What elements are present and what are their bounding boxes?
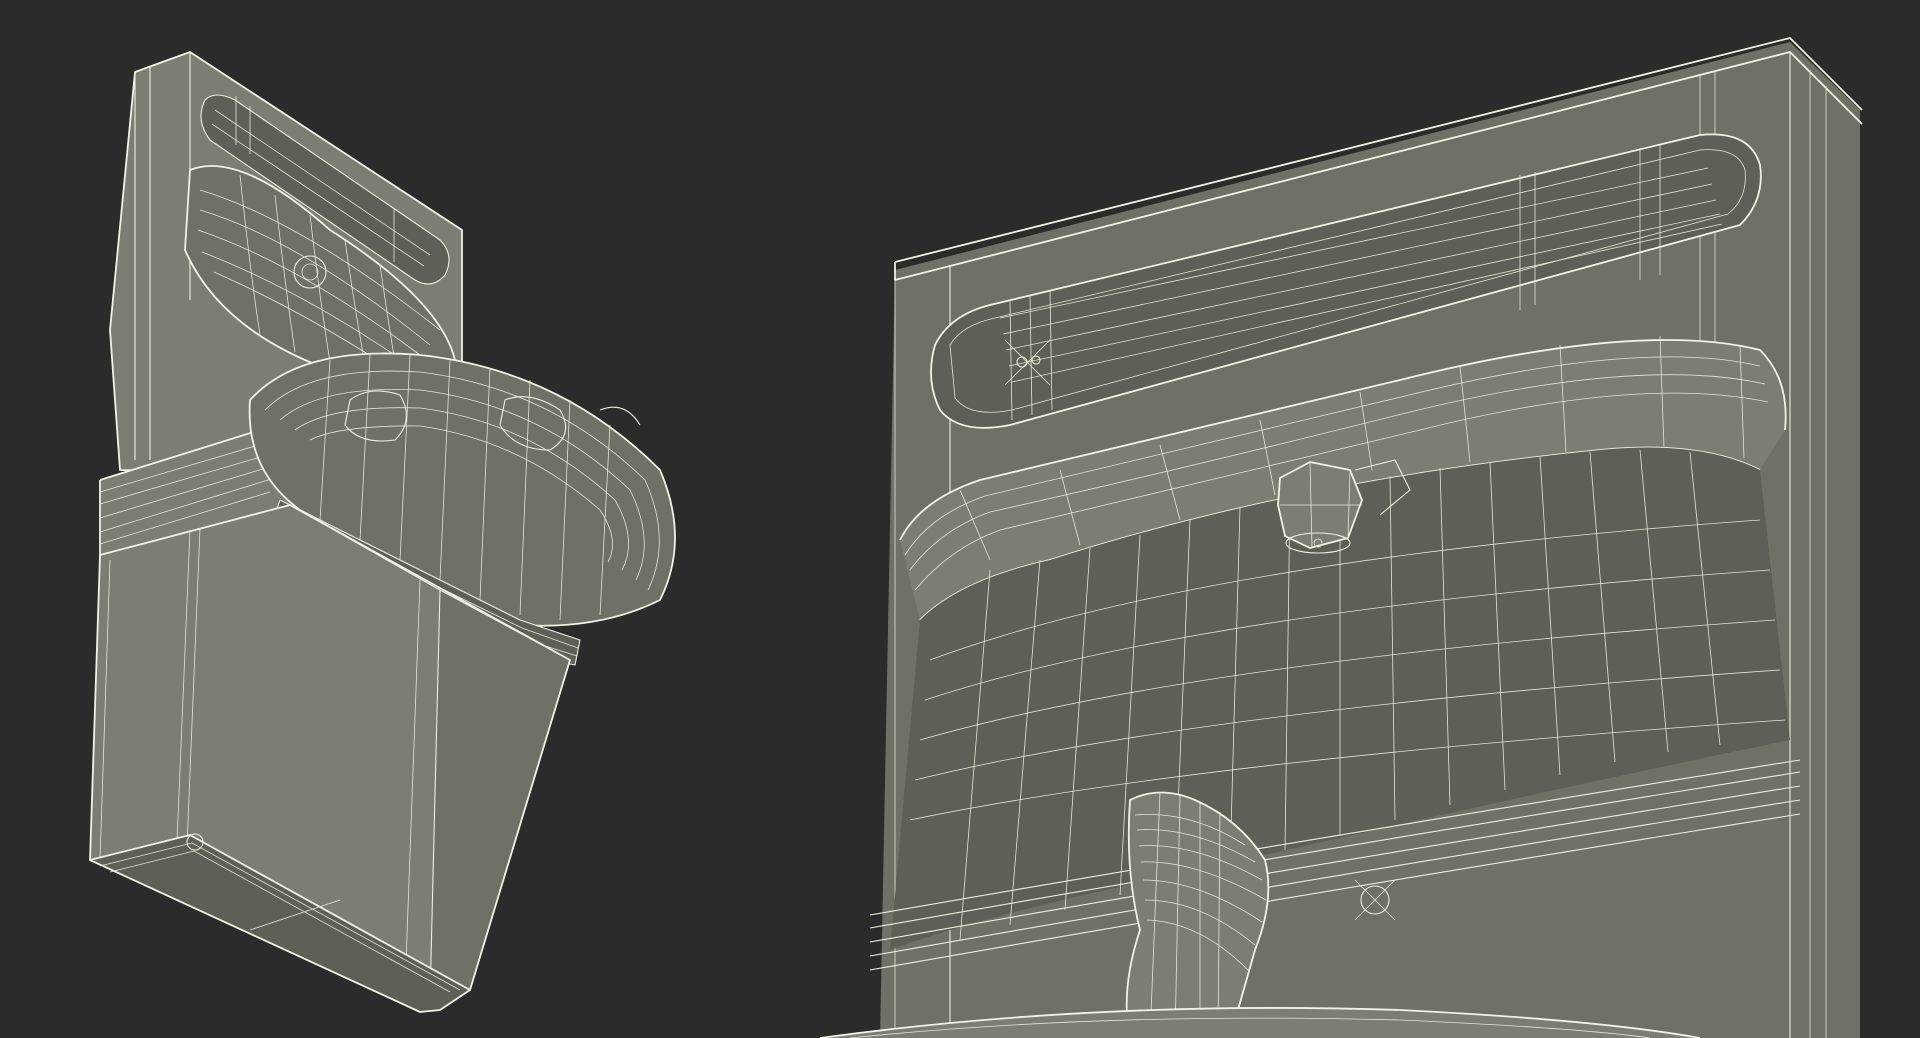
- fountain-overview-view: [89, 51, 676, 1013]
- wireframe-render-scene: [89, 37, 1863, 1038]
- fountain-closeup-view: [819, 37, 1863, 1038]
